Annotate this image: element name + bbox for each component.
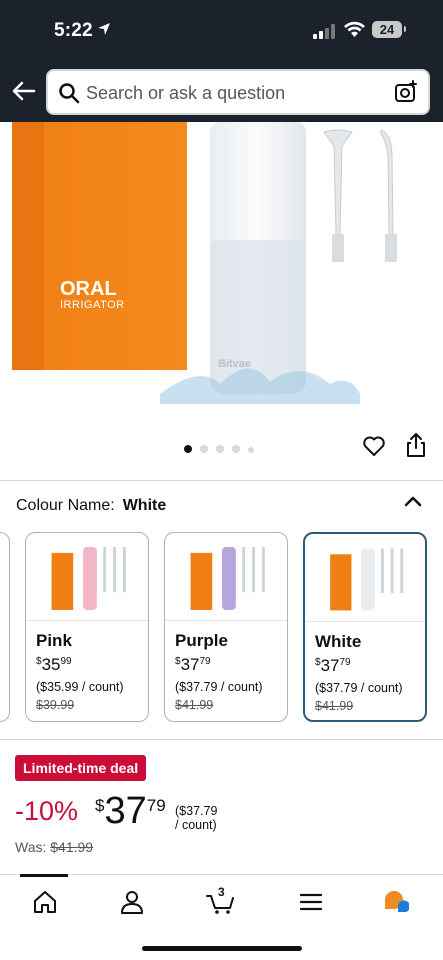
colour-option-was-price: $41.99	[175, 698, 214, 712]
wifi-icon	[344, 21, 365, 37]
search-icon	[59, 83, 80, 104]
search-placeholder: Search or ask a question	[86, 83, 286, 103]
colour-selected-value: White	[122, 497, 167, 514]
colour-option-purple[interactable]: Purple $3779 ($37.79 / count) $41.99	[164, 532, 288, 722]
carousel-dot-active[interactable]	[184, 445, 192, 453]
section-divider	[0, 480, 443, 481]
deal-unit-price: ($37.79 / count)	[175, 804, 218, 832]
colour-option-unit-price: ($35.99 / count)	[36, 680, 124, 694]
search-input[interactable]: Search or ask a question	[46, 69, 430, 115]
section-divider	[0, 739, 443, 740]
status-bar: 5:22 24	[0, 0, 443, 62]
colour-option-was-price: $39.99	[36, 698, 75, 712]
heart-icon[interactable]	[362, 434, 386, 458]
deal-price: $3779	[95, 790, 166, 832]
chevron-up-icon[interactable]	[404, 495, 422, 507]
carousel-dot[interactable]	[232, 445, 240, 453]
colour-option-price: $3599	[36, 655, 72, 674]
carousel-dot[interactable]	[248, 447, 254, 453]
box-subtitle: IRRIGATOR	[60, 299, 125, 311]
search-header: Search or ask a question	[0, 62, 443, 122]
discount-percent: -10%	[15, 796, 79, 826]
rufus-assistant-icon[interactable]	[383, 889, 409, 915]
active-tab-indicator	[20, 874, 68, 877]
product-box: ORAL IRRIGATOR	[12, 122, 187, 370]
colour-option-name: Purple	[175, 631, 228, 650]
colour-option-unit-price: ($37.79 / count)	[315, 681, 403, 695]
box-title: ORAL	[60, 278, 117, 300]
back-arrow-icon[interactable]	[10, 78, 36, 104]
colour-options-list: Pink $3599 ($35.99 / count) $39.99 Purpl…	[0, 532, 443, 722]
colour-option-price: $3779	[175, 655, 211, 674]
colour-option-pink[interactable]: Pink $3599 ($35.99 / count) $39.99	[25, 532, 149, 722]
was-price-line: Was: $41.99	[15, 839, 94, 855]
colour-label: Colour Name:	[16, 497, 115, 514]
was-price: $41.99	[50, 839, 94, 855]
colour-option-was-price: $41.99	[315, 699, 354, 713]
location-arrow-icon	[98, 23, 110, 35]
share-icon[interactable]	[404, 432, 428, 458]
colour-option-partial[interactable]	[0, 532, 10, 722]
colour-option-name: White	[315, 632, 362, 651]
status-time: 5:22	[54, 20, 93, 41]
product-thumbnail	[26, 546, 148, 621]
colour-option-white[interactable]: White $3779 ($37.79 / count) $41.99	[303, 532, 427, 722]
product-thumbnail	[165, 546, 287, 621]
battery-indicator: 24	[372, 21, 406, 38]
nozzle-tip-icon	[379, 129, 397, 262]
colour-option-price: $3779	[315, 656, 351, 675]
home-icon[interactable]	[32, 889, 58, 915]
carousel-dot[interactable]	[200, 445, 208, 453]
menu-icon[interactable]	[298, 889, 324, 915]
colour-option-unit-price: ($37.79 / count)	[175, 680, 263, 694]
product-thumbnail	[305, 548, 425, 622]
product-image[interactable]: ORAL IRRIGATOR Bitvae	[0, 122, 443, 422]
water-splash-image	[160, 368, 360, 404]
limited-time-deal-badge: Limited-time deal	[15, 755, 147, 781]
cart-count: 3	[218, 885, 225, 899]
nozzle-tip-icon	[323, 129, 353, 262]
colour-selector-header[interactable]: Colour Name: White	[16, 497, 166, 515]
colour-option-name: Pink	[36, 631, 72, 650]
account-icon[interactable]	[119, 889, 145, 915]
carousel-dot[interactable]	[216, 445, 224, 453]
carousel-dots	[184, 440, 262, 453]
camera-search-icon[interactable]	[394, 80, 418, 104]
cellular-signal-icon	[313, 24, 335, 39]
home-indicator	[142, 946, 302, 951]
